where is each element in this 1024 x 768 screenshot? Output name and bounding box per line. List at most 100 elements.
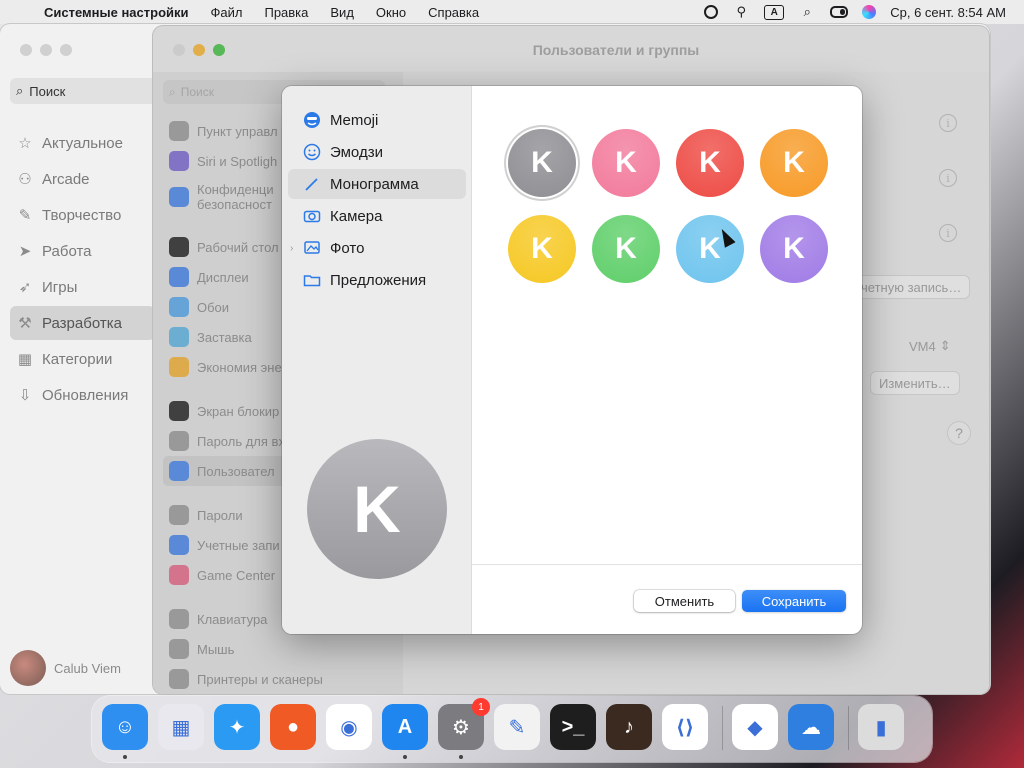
app-store-nav-item[interactable]: ✎ Творчество [10,198,155,232]
app-store-nav-label: Актуальное [42,134,123,152]
dock-app-chrome[interactable]: ◉ [326,704,372,750]
dock-app-system-settings[interactable]: ⚙ 1 [438,698,490,750]
monogram-preview: K [307,439,447,579]
picture-picker-dialog: Memoji Эмодзи Монограмма Камера › Фото Предлож… [282,86,862,634]
app-store-nav-item[interactable]: ▦ Категории [10,342,155,376]
dock-app-terminal[interactable]: >_ [550,704,596,750]
star-icon: ☆ [18,135,32,152]
dock-app-visual-studio[interactable]: ◆ [732,704,778,750]
dock-app-garageband[interactable]: ♪ [606,704,652,750]
dock-app-firefox[interactable]: ● [270,704,316,750]
monogram-color-option[interactable]: K [508,215,576,283]
monogram-color-option[interactable]: K [760,129,828,197]
picture-source-item[interactable]: Эмодзи [288,137,466,167]
close-button[interactable] [20,44,32,56]
picture-source-item[interactable]: › Фото [288,233,466,263]
spotlight-search-icon[interactable]: ⌕ [798,4,816,20]
monogram-color-option[interactable]: K [508,129,576,197]
grid-icon: ▦ [17,351,33,368]
dock-app-textedit[interactable]: ✎ [494,704,540,750]
pencil-icon [302,174,322,194]
app-store-nav-label: Обновления [42,386,129,404]
picture-source-label: Монограмма [330,175,419,193]
photos-icon [302,238,322,258]
picture-source-label: Камера [330,207,383,225]
dock-app-finder[interactable]: ☺ [102,704,148,750]
brush-icon: ✎ [18,207,32,224]
dock-app-app-store[interactable]: A [382,704,428,750]
monogram-color-option[interactable]: K [592,129,660,197]
folder-icon [302,270,322,290]
menu-view[interactable]: Вид [330,5,354,20]
user-status-icon[interactable] [704,5,719,19]
smiley-icon [302,142,322,162]
dock-separator [722,706,723,750]
app-store-nav-label: Творчество [42,206,122,224]
rocket-icon: ➶ [18,279,32,296]
menu-bar: Системные настройки Файл Правка Вид Окно… [0,0,1024,24]
monogram-color-option[interactable]: K [676,129,744,197]
app-store-nav-label: Категории [42,350,113,368]
minimize-button[interactable] [40,44,52,56]
cancel-button[interactable]: Отменить [634,590,735,612]
app-store-nav-item[interactable]: ➤ Работа [10,234,155,268]
camera-icon [302,206,322,226]
dock-running-indicator [123,755,127,759]
memoji-icon [302,110,322,130]
app-store-user[interactable]: Calub Viem [10,650,121,686]
app-store-search-label: Поиск [29,83,66,99]
dock-running-indicator [459,755,463,759]
app-store-nav-item[interactable]: ⇩ Обновления [10,378,155,412]
search-icon: ⌕ [16,83,24,98]
app-store-traffic-lights [20,44,72,56]
zoom-button[interactable] [60,44,72,56]
picture-source-item[interactable]: Монограмма [288,169,466,199]
picture-source-list: Memoji Эмодзи Монограмма Камера › Фото Предлож… [288,105,466,297]
dock-app-weather[interactable]: ☁ [788,704,834,750]
dock-running-indicator [403,755,407,759]
picture-source-item[interactable]: Камера [288,201,466,231]
paper-plane-icon: ➤ [18,243,32,260]
menu-window[interactable]: Окно [376,5,406,20]
app-store-nav-item[interactable]: ⚇ Arcade [10,162,155,196]
chevron-right-icon[interactable]: › [290,243,293,254]
airdrop-icon[interactable]: ⚲ [732,4,750,20]
dock-app-vscode[interactable]: ⟨⟩ [662,704,708,750]
app-store-nav-item[interactable]: ☆ Актуальное [10,126,155,160]
picture-source-label: Предложения [330,271,427,289]
monogram-color-option[interactable]: K [592,215,660,283]
dock-app-safari[interactable]: ✦ [214,704,260,750]
dock-separator [848,706,849,750]
input-source-icon[interactable]: A [764,4,785,20]
menu-help[interactable]: Справка [428,5,479,20]
picture-source-label: Эмодзи [330,143,383,161]
user-name: Calub Viem [54,660,121,676]
app-store-nav-item[interactable]: ➶ Игры [10,270,155,304]
hammer-icon: ⚒ [18,315,32,332]
monogram-color-option[interactable]: K [760,215,828,283]
menu-file[interactable]: Файл [211,5,243,20]
picture-source-item[interactable]: Предложения [288,265,466,295]
picture-source-label: Memoji [330,111,379,129]
app-store-nav-label: Разработка [42,314,122,332]
app-store-nav: ☆ Актуальное ⚇ Arcade ✎ Творчество ➤ Работа ➶ Игр… [10,126,155,414]
app-store-search[interactable]: ⌕ Поиск [10,78,158,104]
notification-badge: 1 [472,698,490,716]
dialog-divider [472,564,862,565]
siri-icon[interactable] [862,5,877,19]
dock-app-launchpad[interactable]: ▦ [158,704,204,750]
picture-source-item[interactable]: Memoji [288,105,466,135]
dock-app-trash[interactable]: ▮ [858,704,904,750]
joystick-icon: ⚇ [18,171,32,188]
save-button[interactable]: Сохранить [742,590,846,612]
menu-app-name[interactable]: Системные настройки [44,5,189,20]
app-store-nav-label: Игры [42,278,78,296]
control-center-icon[interactable] [830,6,849,18]
monogram-color-option[interactable]: K [676,215,744,283]
avatar [10,650,46,686]
menu-edit[interactable]: Правка [264,5,308,20]
menu-clock[interactable]: Ср, 6 сент. 8:54 AM [890,5,1006,20]
picture-source-sidebar: Memoji Эмодзи Монограмма Камера › Фото Предлож… [282,86,472,634]
app-store-nav-item[interactable]: ⚒ Разработка [10,306,155,340]
download-icon: ⇩ [18,387,32,404]
